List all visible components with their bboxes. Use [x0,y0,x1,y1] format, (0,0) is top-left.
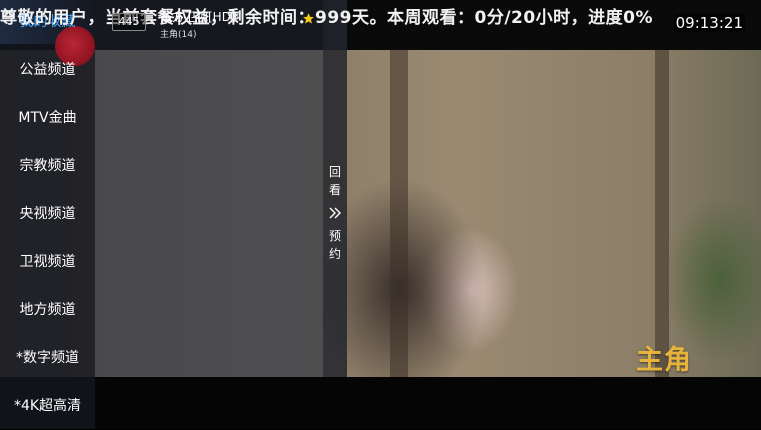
replay-label-1: 回 [328,165,341,179]
account-ticker: 尊敬的用户，当前套餐权益，剩余时间：999天。本周观看：0分/20小时，进度0% [0,8,654,28]
sidebar-item-public-welfare[interactable]: 公益频道 [0,46,95,94]
scene-beam [390,50,408,380]
reserve-label-2: 约 [328,247,341,261]
program-watermark: 主角 [636,345,692,376]
sidebar-item-local[interactable]: 地方频道 [0,286,95,334]
scene-beam [655,50,669,380]
star-icon[interactable] [302,12,315,25]
bottom-bar [0,377,761,429]
double-chevron-right-icon [329,207,341,219]
reserve-label-1: 预 [328,229,341,243]
replay-label-2: 看 [328,183,341,197]
sidebar-item-mtv[interactable]: MTV金曲 [0,94,95,142]
replay-reserve-tab[interactable]: 回 看 预 约 [323,0,347,377]
sidebar-item-religion[interactable]: 宗教频道 [0,142,95,190]
sidebar-item-digital[interactable]: *数字频道 [0,334,95,382]
channel-number: 445 [112,13,146,31]
clock: 09:13:21 [673,14,745,32]
channel-list-panel [95,0,323,377]
sidebar-item-4k[interactable]: *4K超高清 [0,382,95,430]
category-sidebar: 我的收藏 公益频道 MTV金曲 宗教频道 央视频道 卫视频道 地方频道 *数字频… [0,0,95,429]
sidebar-item-satellite[interactable]: 卫视频道 [0,238,95,286]
sidebar-item-cctv[interactable]: 央视频道 [0,190,95,238]
channel-name: 东方卫视[HD] [160,10,236,24]
current-program: 主角(14) [160,30,197,40]
